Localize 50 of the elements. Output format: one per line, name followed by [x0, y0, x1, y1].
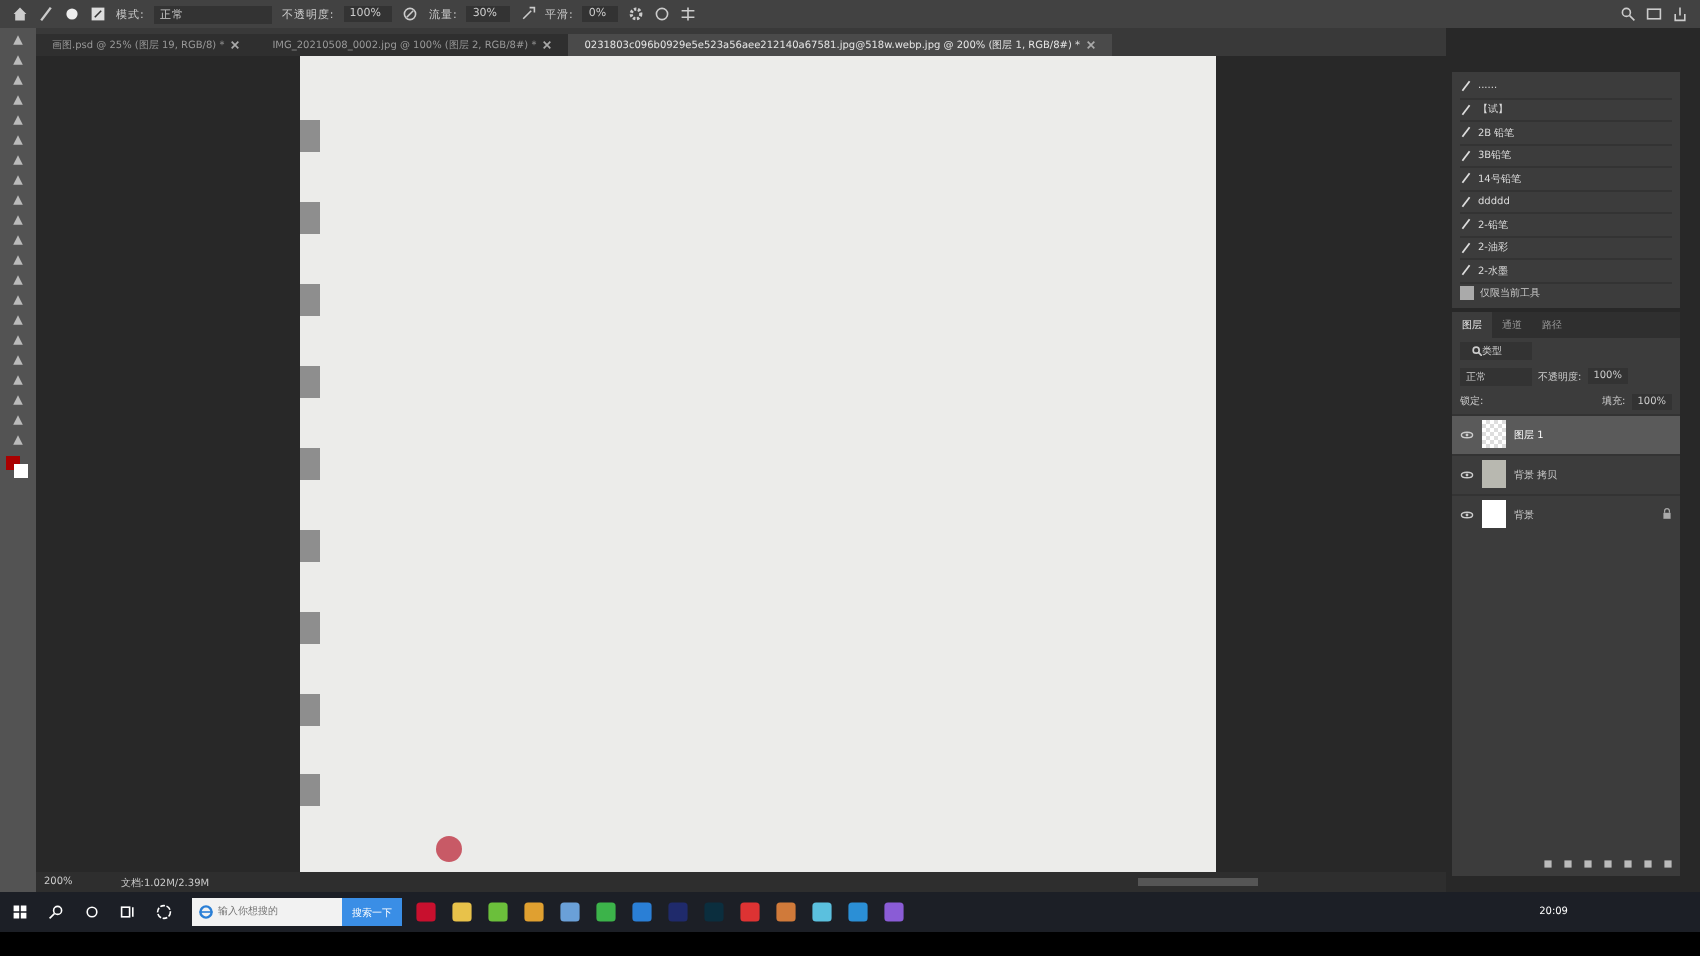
brush-settings-icon[interactable] — [90, 6, 106, 22]
close-icon[interactable] — [1086, 40, 1097, 51]
checkbox[interactable] — [1460, 286, 1474, 300]
brush-tip-icon[interactable] — [64, 6, 80, 22]
app-icon[interactable] — [810, 900, 834, 924]
airbrush-icon[interactable] — [519, 6, 536, 22]
start-icon[interactable] — [12, 904, 28, 920]
pressure-size-icon[interactable] — [654, 6, 671, 22]
eye-icon[interactable] — [1460, 469, 1474, 479]
brush-icon[interactable] — [38, 6, 54, 22]
layer-thumbnail — [1482, 420, 1506, 448]
brush-cursor-icon — [436, 836, 462, 862]
layer-thumbnail — [1482, 500, 1506, 528]
color-swatches-icon[interactable] — [6, 456, 30, 480]
binder-hole — [300, 284, 320, 317]
binder-hole — [300, 529, 320, 562]
task-view-icon[interactable] — [120, 904, 136, 920]
binder-hole — [300, 774, 320, 807]
app-icon[interactable] — [846, 900, 870, 924]
close-icon[interactable] — [542, 40, 553, 51]
app-icon[interactable] — [774, 900, 798, 924]
scrollbar[interactable] — [1137, 878, 1258, 886]
binder-hole — [300, 693, 320, 726]
binder-hole — [300, 120, 320, 153]
app-icon[interactable] — [630, 900, 654, 924]
fan-icon[interactable] — [156, 904, 172, 920]
binder-hole — [300, 447, 320, 480]
app-icon[interactable] — [450, 900, 474, 924]
eye-icon[interactable] — [1460, 509, 1474, 519]
symmetry-icon[interactable] — [680, 6, 697, 22]
workspace-icon[interactable] — [1646, 6, 1662, 22]
close-icon[interactable] — [230, 40, 241, 51]
binder-hole — [300, 202, 320, 235]
layer-thumbnail — [1482, 460, 1506, 488]
search-icon — [1472, 345, 1482, 356]
search-icon[interactable] — [48, 904, 64, 920]
app-icon[interactable] — [486, 900, 510, 924]
search-icon[interactable] — [1620, 6, 1636, 22]
share-icon[interactable] — [1672, 6, 1688, 22]
app-icon[interactable] — [522, 900, 546, 924]
pressure-icon[interactable] — [402, 6, 419, 22]
home-icon[interactable] — [12, 6, 28, 22]
binder-hole — [300, 611, 320, 644]
eye-icon[interactable] — [1460, 429, 1474, 439]
app-icon[interactable] — [558, 900, 582, 924]
app-icon[interactable] — [594, 900, 618, 924]
gear-icon[interactable] — [628, 6, 645, 22]
binder-hole — [300, 366, 320, 399]
browser-icon — [198, 904, 214, 920]
circle-icon[interactable] — [84, 904, 100, 920]
